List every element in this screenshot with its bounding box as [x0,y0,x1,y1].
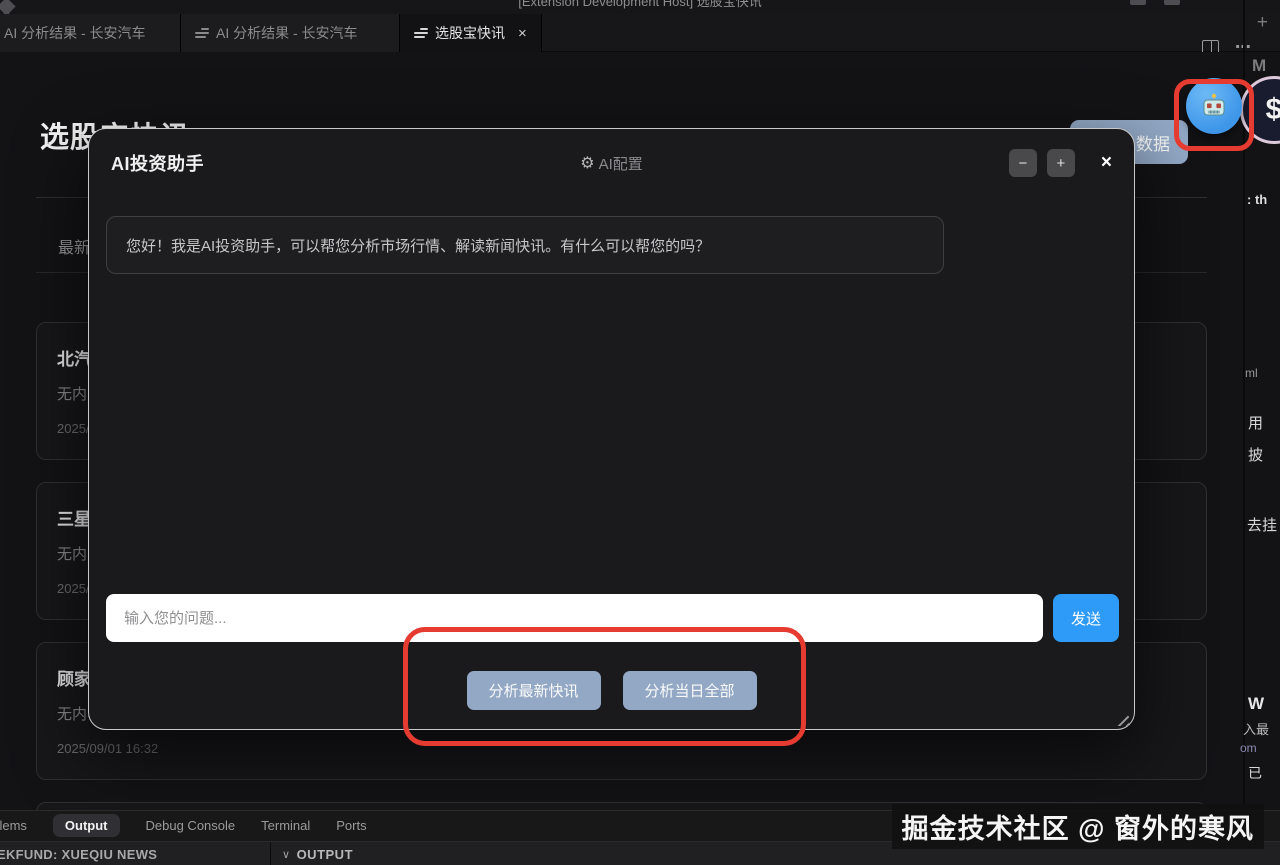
output-channel-name: EKFUND: XUEQIU NEWS [0,847,157,862]
ai-config-button[interactable]: ⚙ AI配置 [580,153,643,174]
panel-tab-ports[interactable]: Ports [336,818,366,833]
plus-icon[interactable]: + [1257,12,1268,34]
resize-handle-icon[interactable] [1117,714,1129,726]
bg-fragment: 披 [1248,444,1263,465]
panel-tab-terminal[interactable]: Terminal [261,818,310,833]
bg-fragment: M [1252,56,1266,76]
gear-icon: ⚙ [580,153,594,173]
close-icon[interactable]: × [1101,152,1112,174]
ai-config-label: AI配置 [599,153,643,174]
panel-tab-debug-console[interactable]: Debug Console [146,818,236,833]
bg-fragment: 入最 [1243,719,1269,738]
bg-fragment: 去挂 [1247,514,1277,535]
news-title: 三星 [57,505,91,530]
news-title: 顾家 [57,665,91,690]
tab-xuangubao-active[interactable]: 选股宝快讯 × [400,14,542,52]
bg-fragment: : th [1247,192,1267,207]
question-input[interactable] [106,594,1043,642]
analyze-all-today-button[interactable]: 分析当日全部 [623,671,757,710]
divider [270,842,271,865]
bg-fragment: ml [1245,366,1258,380]
modal-header[interactable]: AI投资助手 ⚙ AI配置 − + × [89,129,1134,197]
app-window: [Extension Development Host] 选股宝快讯 AI 分析… [0,0,1280,865]
modal-title: AI投资助手 [111,150,204,176]
news-title: 北汽 [57,345,91,370]
bg-fragment: 用 [1248,412,1263,433]
ai-assistant-robot-button[interactable] [1186,78,1242,134]
webview-icon [195,28,209,38]
font-decrease-button[interactable]: − [1009,149,1037,177]
output-header-label: OUTPUT [297,847,353,862]
analyze-latest-button[interactable]: 分析最新快讯 [467,671,601,710]
chevron-down-icon: ∨ [282,848,291,861]
watermark-text: 掘金技术社区 @ 窗外的寒风 [892,804,1264,849]
font-increase-button[interactable]: + [1047,149,1075,177]
panel-tab-problems[interactable]: Problems [0,818,27,833]
news-date: 2025/09/01 16:32 [57,741,158,756]
layout-toggle-icon[interactable] [0,0,16,14]
ai-assistant-modal: AI投资助手 ⚙ AI配置 − + × 您好！我是AI投资助手，可以帮您分析市场… [88,128,1135,730]
tab-label: AI 分析结果 - 长安汽车 [216,23,358,43]
tab-ai-result-2[interactable]: AI 分析结果 - 长安汽车 [181,14,400,52]
window-title: [Extension Development Host] 选股宝快讯 [518,0,761,10]
bg-fragment: 已 [1248,763,1262,783]
editor-tab-bar: AI 分析结果 - 长安汽车 AI 分析结果 - 长安汽车 选股宝快讯 × ⋯ … [0,14,1280,52]
tab-label: 选股宝快讯 [435,23,505,43]
webview-icon [414,28,428,38]
layout-panel-icon[interactable] [1164,0,1180,5]
send-button[interactable]: 发送 [1053,594,1119,642]
bg-fragment: W [1248,694,1264,714]
title-bar: [Extension Development Host] 选股宝快讯 [0,0,1280,14]
assistant-welcome-message: 您好！我是AI投资助手，可以帮您分析市场行情、解读新闻快讯。有什么可以帮您的吗？ [106,216,944,274]
tab-label: AI 分析结果 - 长安汽车 [4,23,146,43]
layout-sidebar-icon[interactable] [1130,0,1146,5]
tab-close-icon[interactable]: × [518,26,527,41]
robot-icon [1200,92,1228,120]
bg-fragment: om [1240,741,1257,755]
panel-tab-output[interactable]: Output [53,814,120,837]
tab-ai-result-1[interactable]: AI 分析结果 - 长安汽车 [0,14,181,52]
output-section-header[interactable]: ∨ OUTPUT [282,847,353,862]
